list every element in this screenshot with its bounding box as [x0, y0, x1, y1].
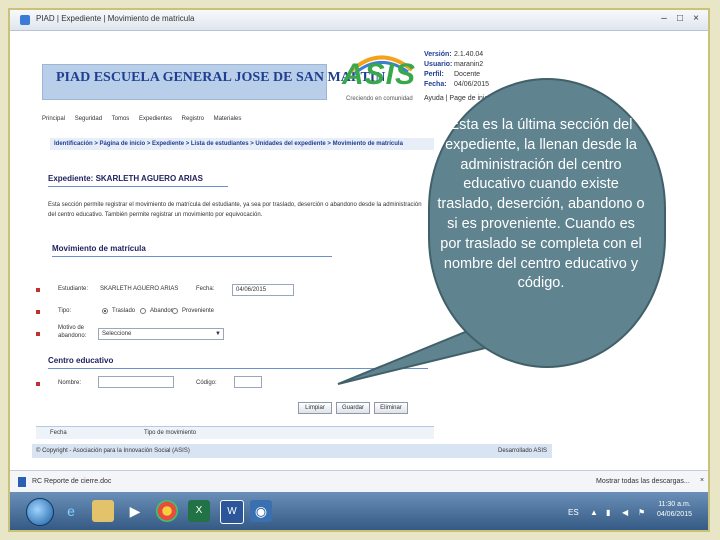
divider [48, 368, 428, 369]
reason-select-value: Seleccione [102, 331, 132, 337]
col-date: Fecha [50, 430, 67, 436]
chrome-icon[interactable] [156, 500, 178, 522]
taskbar: e ▶ X W ◉ ES ▲ ▮ ◀ ⚑ 11:30 a.m. 04/06/20… [10, 492, 708, 530]
expediente-title: Expediente: SKARLETH AGUERO ARIAS [48, 174, 203, 183]
nav-item-materiales[interactable]: Materiales [214, 116, 242, 122]
required-marker-icon [36, 288, 40, 292]
nav-item-expedientes[interactable]: Expedientes [139, 116, 172, 122]
divider [52, 256, 332, 257]
nav-item-seguridad[interactable]: Seguridad [75, 116, 102, 122]
page-favicon-icon [20, 15, 30, 25]
code-label: Código: [196, 380, 217, 386]
type-option-label: Proveniente [182, 308, 215, 314]
required-marker-icon [36, 332, 40, 336]
name-label: Nombre: [58, 380, 82, 386]
nav-item-principal[interactable]: Principal [42, 116, 65, 122]
callout-text: Esta es la última sección del expediente… [437, 117, 645, 292]
center-code-input[interactable] [234, 376, 262, 388]
required-marker-icon [36, 310, 40, 314]
user-value: maranin2 [454, 61, 484, 68]
nav-item-tomos[interactable]: Tomos [112, 116, 130, 122]
close-icon[interactable]: × [700, 477, 704, 484]
footer-developer: Desarrollado ASIS [498, 448, 548, 454]
center-section-title: Centro educativo [48, 356, 114, 365]
flag-icon[interactable]: ⚑ [638, 508, 645, 517]
breadcrumb[interactable]: Identificación > Página de inicio > Expe… [50, 138, 434, 150]
logo-text: ASIS [342, 58, 417, 91]
show-all-downloads-link[interactable]: Mostrar todas las descargas... [596, 478, 690, 485]
folder-icon[interactable] [92, 500, 114, 522]
taskbar-clock[interactable]: 11:30 a.m. 04/06/2015 [657, 500, 692, 520]
required-marker-icon [36, 382, 40, 386]
main-nav: Principal Seguridad Tomos Expedientes Re… [42, 116, 442, 130]
app-icon[interactable]: ◉ [250, 500, 272, 522]
chevron-down-icon: ▼ [215, 331, 221, 337]
reason-label: Motivo de abandono: [58, 325, 87, 339]
logo-tagline: Creciendo en comunidad [346, 96, 413, 102]
media-player-icon[interactable]: ▶ [124, 500, 146, 522]
type-label: Tipo: [58, 308, 72, 314]
type-radio-abandono[interactable] [140, 308, 146, 314]
clock-date: 04/06/2015 [656, 511, 692, 518]
language-indicator[interactable]: ES [568, 508, 579, 517]
nav-item-registro[interactable]: Registro [182, 116, 204, 122]
expediente-description: Esta sección permite registrar el movimi… [48, 202, 422, 218]
word-icon[interactable]: W [220, 500, 244, 524]
school-name: PIAD ESCUELA GENERAL JOSE DE SAN MARTIN [56, 70, 386, 85]
window-title-bar: PIAD | Expediente | Movimiento de matric… [10, 10, 708, 31]
volume-icon[interactable]: ◀ [622, 508, 628, 517]
school-banner: PIAD ESCUELA GENERAL JOSE DE SAN MARTIN … [42, 40, 415, 110]
start-button[interactable] [26, 498, 54, 526]
type-radio-proveniente[interactable] [172, 308, 178, 314]
profile-value: Docente [454, 71, 481, 78]
movements-table-header: Fecha Tipo de movimiento [36, 426, 434, 439]
student-label: Estudiante: [58, 286, 89, 292]
download-bar: RC Reporte de cierre.doc Mostrar todas l… [10, 470, 708, 493]
page-footer: © Copyright - Asociación para la Innovac… [32, 444, 552, 458]
doc-file-icon [18, 477, 26, 487]
date-field[interactable]: 04/06/2015 [232, 284, 294, 296]
reason-select[interactable]: Seleccione ▼ [98, 328, 224, 340]
network-icon[interactable]: ▮ [606, 508, 610, 517]
maximize-icon[interactable]: □ [674, 13, 686, 25]
clean-button[interactable]: Limpiar [298, 402, 332, 414]
excel-icon[interactable]: X [188, 500, 210, 522]
internet-explorer-icon[interactable]: e [60, 500, 82, 522]
tray-arrow-icon[interactable]: ▲ [590, 508, 598, 517]
student-value: SKARLETH AGUERO ARIAS [100, 286, 179, 292]
clock-time: 11:30 a.m. [658, 501, 691, 508]
section-title: Movimiento de matrícula [52, 244, 146, 253]
date-value: 04/06/2015 [454, 81, 490, 88]
type-option-label: Traslado [112, 308, 136, 314]
download-file-name[interactable]: RC Reporte de cierre.doc [32, 478, 111, 485]
col-type: Tipo de movimiento [144, 430, 197, 436]
type-radio-traslado[interactable] [102, 308, 108, 314]
version-value: 2.1.40.04 [454, 51, 484, 58]
divider [48, 186, 228, 187]
window-title: PIAD | Expediente | Movimiento de matric… [36, 14, 195, 23]
asis-logo: ASIS Creciendo en comunidad [340, 50, 418, 108]
save-button[interactable]: Guardar [336, 402, 370, 414]
delete-button[interactable]: Eliminar [374, 402, 408, 414]
minimize-icon[interactable]: – [658, 13, 670, 25]
date-label: Fecha: [196, 286, 215, 292]
footer-copyright: © Copyright - Asociación para la Innovac… [36, 448, 190, 454]
center-name-input[interactable] [98, 376, 174, 388]
close-icon[interactable]: × [690, 13, 702, 25]
